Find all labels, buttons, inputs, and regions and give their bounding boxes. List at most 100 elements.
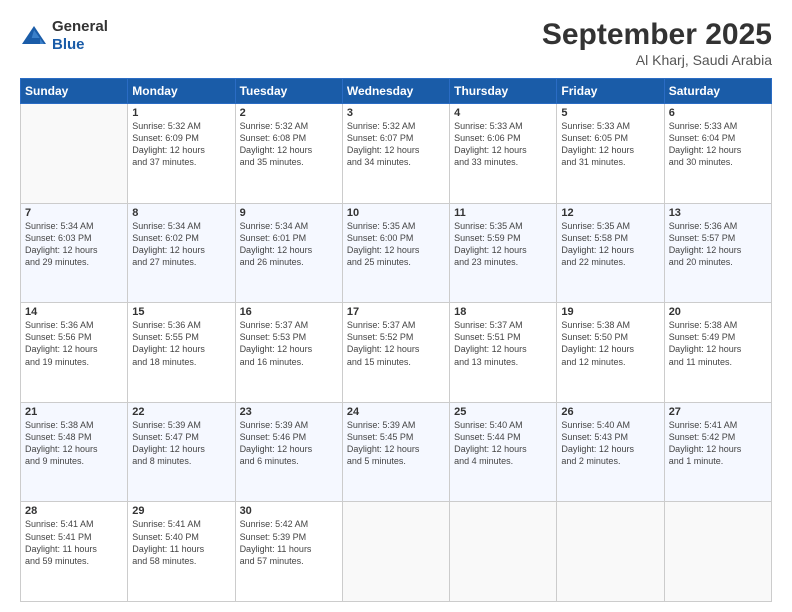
day-info: Sunrise: 5:36 AMSunset: 5:57 PMDaylight:… [669,220,767,269]
day-number: 16 [240,306,338,318]
calendar-week-row: 28Sunrise: 5:41 AMSunset: 5:41 PMDayligh… [21,502,772,602]
day-number: 28 [25,505,123,517]
calendar-day-cell: 23Sunrise: 5:39 AMSunset: 5:46 PMDayligh… [235,402,342,502]
day-number: 17 [347,306,445,318]
calendar-day-cell: 7Sunrise: 5:34 AMSunset: 6:03 PMDaylight… [21,203,128,303]
day-header-saturday: Saturday [664,79,771,104]
calendar-day-cell: 30Sunrise: 5:42 AMSunset: 5:39 PMDayligh… [235,502,342,602]
day-info: Sunrise: 5:35 AMSunset: 6:00 PMDaylight:… [347,220,445,269]
day-number: 23 [240,406,338,418]
page: General Blue September 2025 Al Kharj, Sa… [0,0,792,612]
day-info: Sunrise: 5:40 AMSunset: 5:44 PMDaylight:… [454,419,552,468]
calendar-table: SundayMondayTuesdayWednesdayThursdayFrid… [20,78,772,602]
day-number: 3 [347,107,445,119]
logo: General Blue [20,18,108,54]
day-info: Sunrise: 5:39 AMSunset: 5:46 PMDaylight:… [240,419,338,468]
month-title: September 2025 [542,18,772,52]
day-number: 30 [240,505,338,517]
day-info: Sunrise: 5:37 AMSunset: 5:53 PMDaylight:… [240,319,338,368]
day-info: Sunrise: 5:37 AMSunset: 5:51 PMDaylight:… [454,319,552,368]
calendar-day-cell: 14Sunrise: 5:36 AMSunset: 5:56 PMDayligh… [21,303,128,403]
calendar-day-cell: 3Sunrise: 5:32 AMSunset: 6:07 PMDaylight… [342,104,449,204]
day-info: Sunrise: 5:33 AMSunset: 6:04 PMDaylight:… [669,120,767,169]
day-info: Sunrise: 5:39 AMSunset: 5:47 PMDaylight:… [132,419,230,468]
calendar-day-cell [342,502,449,602]
day-number: 1 [132,107,230,119]
day-info: Sunrise: 5:41 AMSunset: 5:41 PMDaylight:… [25,518,123,567]
day-info: Sunrise: 5:36 AMSunset: 5:56 PMDaylight:… [25,319,123,368]
calendar-day-cell: 28Sunrise: 5:41 AMSunset: 5:41 PMDayligh… [21,502,128,602]
day-info: Sunrise: 5:32 AMSunset: 6:08 PMDaylight:… [240,120,338,169]
calendar-day-cell: 20Sunrise: 5:38 AMSunset: 5:49 PMDayligh… [664,303,771,403]
day-info: Sunrise: 5:40 AMSunset: 5:43 PMDaylight:… [561,419,659,468]
day-number: 9 [240,207,338,219]
day-header-thursday: Thursday [450,79,557,104]
calendar-day-cell [21,104,128,204]
calendar-day-cell: 16Sunrise: 5:37 AMSunset: 5:53 PMDayligh… [235,303,342,403]
location: Al Kharj, Saudi Arabia [542,52,772,68]
day-number: 26 [561,406,659,418]
day-number: 10 [347,207,445,219]
day-number: 6 [669,107,767,119]
day-info: Sunrise: 5:36 AMSunset: 5:55 PMDaylight:… [132,319,230,368]
day-number: 7 [25,207,123,219]
calendar-day-cell: 15Sunrise: 5:36 AMSunset: 5:55 PMDayligh… [128,303,235,403]
calendar-week-row: 21Sunrise: 5:38 AMSunset: 5:48 PMDayligh… [21,402,772,502]
day-number: 21 [25,406,123,418]
calendar-day-cell: 12Sunrise: 5:35 AMSunset: 5:58 PMDayligh… [557,203,664,303]
title-block: September 2025 Al Kharj, Saudi Arabia [542,18,772,68]
day-number: 13 [669,207,767,219]
calendar-day-cell: 10Sunrise: 5:35 AMSunset: 6:00 PMDayligh… [342,203,449,303]
day-number: 2 [240,107,338,119]
day-header-friday: Friday [557,79,664,104]
calendar-day-cell: 8Sunrise: 5:34 AMSunset: 6:02 PMDaylight… [128,203,235,303]
logo-text: General Blue [52,18,108,54]
day-number: 12 [561,207,659,219]
day-info: Sunrise: 5:38 AMSunset: 5:49 PMDaylight:… [669,319,767,368]
day-number: 27 [669,406,767,418]
day-info: Sunrise: 5:34 AMSunset: 6:03 PMDaylight:… [25,220,123,269]
day-header-tuesday: Tuesday [235,79,342,104]
day-info: Sunrise: 5:38 AMSunset: 5:48 PMDaylight:… [25,419,123,468]
day-info: Sunrise: 5:33 AMSunset: 6:06 PMDaylight:… [454,120,552,169]
day-info: Sunrise: 5:38 AMSunset: 5:50 PMDaylight:… [561,319,659,368]
calendar-day-cell: 27Sunrise: 5:41 AMSunset: 5:42 PMDayligh… [664,402,771,502]
calendar-day-cell: 26Sunrise: 5:40 AMSunset: 5:43 PMDayligh… [557,402,664,502]
day-info: Sunrise: 5:41 AMSunset: 5:42 PMDaylight:… [669,419,767,468]
day-number: 15 [132,306,230,318]
calendar-header-row: SundayMondayTuesdayWednesdayThursdayFrid… [21,79,772,104]
calendar-day-cell [557,502,664,602]
calendar-day-cell: 11Sunrise: 5:35 AMSunset: 5:59 PMDayligh… [450,203,557,303]
header: General Blue September 2025 Al Kharj, Sa… [20,18,772,68]
calendar-day-cell: 19Sunrise: 5:38 AMSunset: 5:50 PMDayligh… [557,303,664,403]
day-info: Sunrise: 5:32 AMSunset: 6:07 PMDaylight:… [347,120,445,169]
day-info: Sunrise: 5:35 AMSunset: 5:58 PMDaylight:… [561,220,659,269]
calendar-day-cell: 2Sunrise: 5:32 AMSunset: 6:08 PMDaylight… [235,104,342,204]
calendar-day-cell: 9Sunrise: 5:34 AMSunset: 6:01 PMDaylight… [235,203,342,303]
calendar-day-cell: 18Sunrise: 5:37 AMSunset: 5:51 PMDayligh… [450,303,557,403]
logo-general: General [52,18,108,35]
day-info: Sunrise: 5:41 AMSunset: 5:40 PMDaylight:… [132,518,230,567]
day-number: 14 [25,306,123,318]
calendar-day-cell: 13Sunrise: 5:36 AMSunset: 5:57 PMDayligh… [664,203,771,303]
day-number: 29 [132,505,230,517]
calendar-day-cell: 6Sunrise: 5:33 AMSunset: 6:04 PMDaylight… [664,104,771,204]
day-info: Sunrise: 5:34 AMSunset: 6:02 PMDaylight:… [132,220,230,269]
day-number: 19 [561,306,659,318]
day-number: 25 [454,406,552,418]
day-info: Sunrise: 5:32 AMSunset: 6:09 PMDaylight:… [132,120,230,169]
logo-blue: Blue [52,36,85,53]
day-info: Sunrise: 5:42 AMSunset: 5:39 PMDaylight:… [240,518,338,567]
day-number: 22 [132,406,230,418]
calendar-day-cell [664,502,771,602]
calendar-day-cell: 22Sunrise: 5:39 AMSunset: 5:47 PMDayligh… [128,402,235,502]
day-info: Sunrise: 5:37 AMSunset: 5:52 PMDaylight:… [347,319,445,368]
day-info: Sunrise: 5:34 AMSunset: 6:01 PMDaylight:… [240,220,338,269]
calendar-day-cell: 1Sunrise: 5:32 AMSunset: 6:09 PMDaylight… [128,104,235,204]
day-number: 8 [132,207,230,219]
day-number: 20 [669,306,767,318]
day-number: 11 [454,207,552,219]
day-header-sunday: Sunday [21,79,128,104]
day-number: 4 [454,107,552,119]
calendar-day-cell: 4Sunrise: 5:33 AMSunset: 6:06 PMDaylight… [450,104,557,204]
